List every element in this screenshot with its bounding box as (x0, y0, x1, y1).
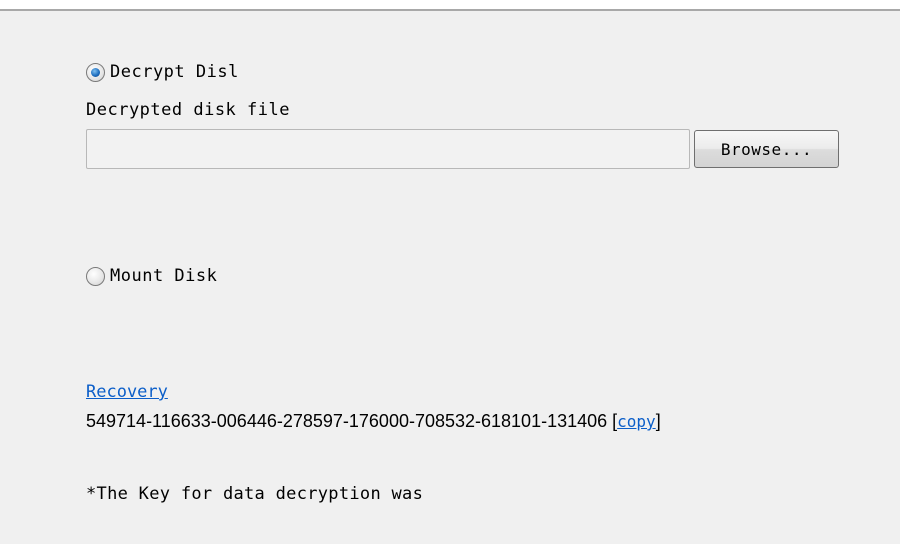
radio-selected-dot (91, 67, 100, 77)
decrypt-disk-radio[interactable] (86, 62, 105, 82)
mount-disk-label[interactable]: Mount Disk (110, 266, 217, 286)
window-top-border (0, 0, 900, 11)
copy-bracket-close: ] (655, 411, 661, 431)
decrypted-disk-file-input[interactable] (86, 129, 690, 169)
recovery-link[interactable]: Recovery (86, 382, 168, 402)
browse-button[interactable]: Browse... (694, 130, 839, 168)
decrypt-disk-option[interactable]: Decrypt Disl (86, 60, 239, 84)
recovery-key-text: 549714-116633-006446-278597-176000-70853… (86, 411, 608, 431)
decrypted-disk-file-label: Decrypted disk file (86, 100, 290, 120)
recovery-key-row: 549714-116633-006446-278597-176000-70853… (86, 411, 661, 432)
decryption-key-note: *The Key for data decryption was (86, 484, 424, 504)
decrypt-disk-label[interactable]: Decrypt Disl (110, 62, 239, 82)
copy-link[interactable]: copy (617, 412, 656, 431)
mount-disk-option[interactable]: Mount Disk (86, 264, 217, 288)
copy-bracket-open: [ (607, 411, 618, 431)
mount-disk-radio[interactable] (86, 266, 105, 286)
